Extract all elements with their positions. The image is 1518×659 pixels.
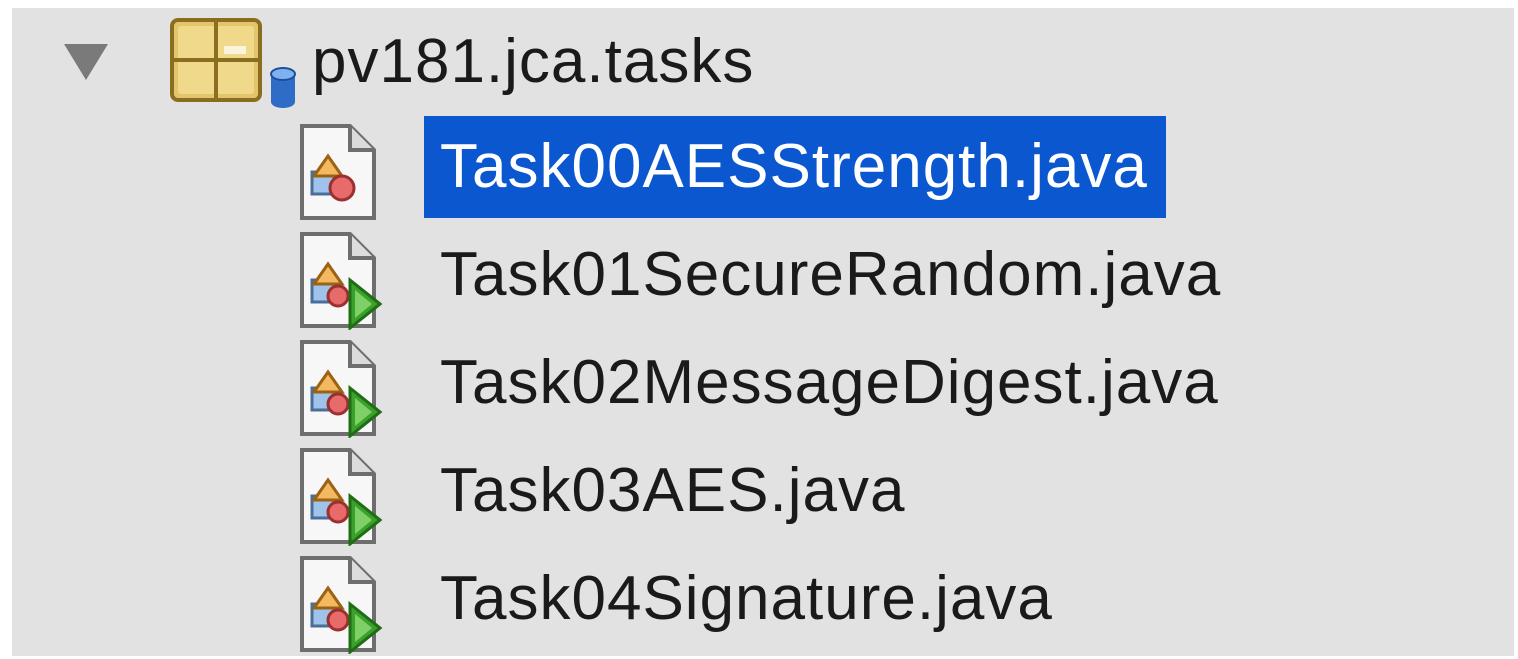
file-label: Task01SecureRandom.java: [440, 240, 1222, 309]
package-label: pv181.jca.tasks: [312, 27, 755, 96]
file-node[interactable]: Task01SecureRandom.java: [12, 224, 1514, 332]
expand-toggle-icon[interactable]: [64, 44, 108, 80]
file-label: Task02MessageDigest.java: [440, 348, 1219, 417]
java-main-class-icon: [288, 446, 388, 548]
file-node[interactable]: Task04Signature.java: [12, 548, 1514, 656]
package-icon: [170, 18, 296, 108]
file-node[interactable]: Task00AESStrength.java: [12, 116, 1514, 224]
file-label: Task00AESStrength.java: [424, 116, 1166, 218]
java-main-class-icon: [288, 554, 388, 656]
file-label: Task04Signature.java: [440, 564, 1053, 633]
package-node[interactable]: pv181.jca.tasks: [12, 8, 1514, 116]
file-node[interactable]: Task03AES.java: [12, 440, 1514, 548]
java-main-class-icon: [288, 230, 388, 332]
java-main-class-icon: [288, 338, 388, 440]
project-tree-panel: pv181.jca.tasks Task00AESStrength.java T…: [12, 8, 1514, 656]
file-node[interactable]: Task02MessageDigest.java: [12, 332, 1514, 440]
file-label: Task03AES.java: [440, 456, 906, 525]
java-class-icon: [288, 122, 388, 222]
